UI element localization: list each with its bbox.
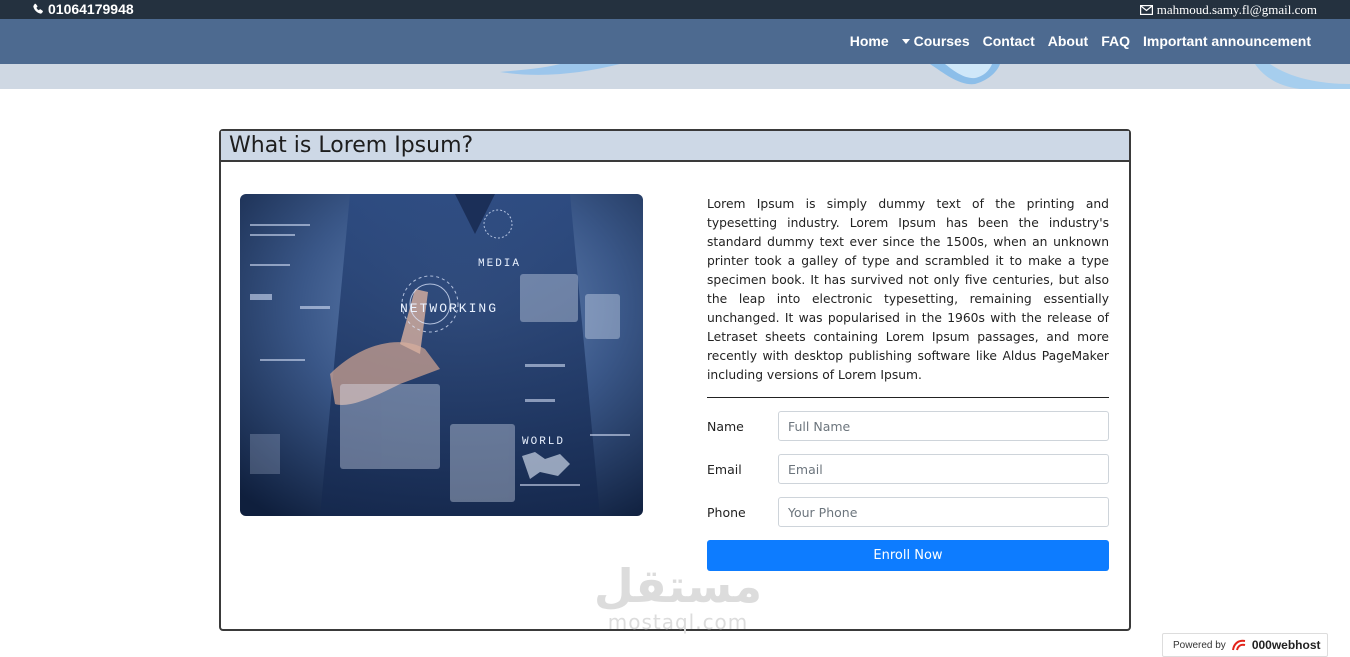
phone-number: 01064179948 (48, 1, 134, 17)
phone-icon (33, 3, 43, 14)
lorem-paragraph: Lorem Ipsum is simply dummy text of the … (707, 197, 1109, 382)
nav-home-label: Home (849, 33, 889, 49)
banner-wave-graphic (500, 64, 1350, 89)
email-row: Email (707, 454, 1109, 484)
nav-important-announcement[interactable]: Important announcement (1143, 33, 1311, 49)
name-row: Name (707, 411, 1109, 441)
phone-row: Phone (707, 497, 1109, 527)
powered-by-text: Powered by (1173, 639, 1226, 651)
email-label: Email (707, 462, 742, 477)
nav-courses-label: Courses (913, 33, 970, 49)
phone-label: Phone (707, 505, 746, 520)
nav-contact-label: Contact (982, 33, 1035, 49)
photo-media-text: MEDIA (478, 258, 521, 270)
nav-courses[interactable]: Courses (901, 33, 970, 49)
nav-faq[interactable]: FAQ (1101, 33, 1130, 49)
phone-contact[interactable]: 01064179948 (32, 1, 134, 17)
header-banner (0, 64, 1350, 89)
full-name-input[interactable] (778, 411, 1109, 441)
email-input[interactable] (778, 454, 1109, 484)
envelope-icon (1139, 5, 1153, 15)
nav-home[interactable]: Home (850, 33, 889, 49)
card-title: What is Lorem Ipsum? (229, 133, 474, 158)
card-header: What is Lorem Ipsum? (221, 131, 1129, 162)
networking-photo: MEDIA NETWORKING WORLD (240, 194, 643, 516)
lorem-card: What is Lorem Ipsum? MEDIA NETWORKING WO… (219, 129, 1131, 631)
powered-by-badge[interactable]: Powered by 000webhost (1162, 633, 1328, 657)
phone-input[interactable] (778, 497, 1109, 527)
nav-about[interactable]: About (1048, 33, 1088, 49)
form-divider (707, 397, 1109, 398)
nav-about-label: About (1047, 33, 1089, 49)
photo-networking-text: NETWORKING (400, 301, 498, 316)
networking-photo-graphic: MEDIA NETWORKING WORLD (240, 194, 643, 516)
nav-contact[interactable]: Contact (983, 33, 1035, 49)
email-contact[interactable]: mahmoud.samy.fl@gmail.com (1139, 2, 1317, 18)
caret-down-icon (901, 38, 910, 44)
nav-important-announcement-label: Important announcement (1142, 33, 1311, 49)
main-navbar: Home Courses Contact About FAQ Important… (0, 19, 1350, 64)
enroll-now-button[interactable]: Enroll Now (707, 540, 1109, 571)
nav-faq-label: FAQ (1101, 33, 1130, 49)
name-label: Name (707, 419, 744, 434)
photo-world-text: WORLD (522, 436, 565, 448)
top-bar: 01064179948 mahmoud.samy.fl@gmail.com (0, 0, 1350, 19)
webhost-logo-icon (1231, 639, 1246, 651)
email-address: mahmoud.samy.fl@gmail.com (1156, 2, 1317, 17)
